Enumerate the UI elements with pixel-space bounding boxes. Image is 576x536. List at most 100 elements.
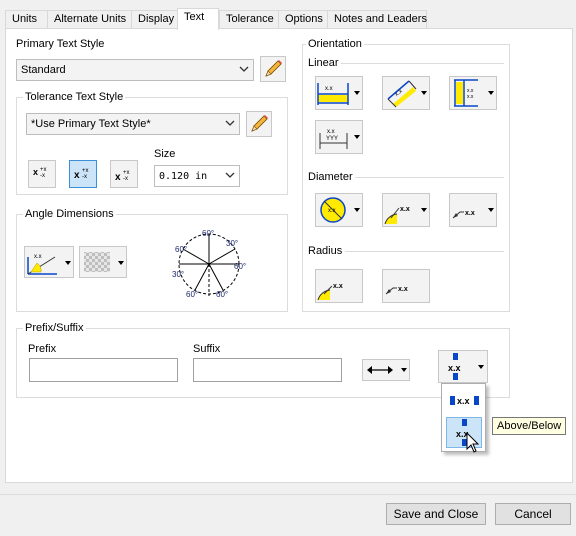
prefix-input[interactable] xyxy=(29,358,178,382)
footer-divider xyxy=(0,494,576,495)
linear-separator xyxy=(341,63,504,64)
edit-tolerance-style-button[interactable] xyxy=(246,111,272,137)
tab-options[interactable]: Options xyxy=(278,10,328,29)
svg-text:x: x xyxy=(33,167,38,177)
tolerance-bottom-icon: x +x -x xyxy=(115,170,130,183)
radius-leader-icon: x.x xyxy=(317,283,343,301)
size-label: Size xyxy=(154,148,176,160)
horizontal-leader-icon: x.x xyxy=(385,286,408,295)
angle-fill-pattern-button[interactable] xyxy=(79,246,127,278)
dial-label: 60° xyxy=(202,229,214,238)
pencil-icon xyxy=(265,60,282,77)
horizontal-arrows-icon xyxy=(367,366,393,374)
suffix-label: Suffix xyxy=(193,343,221,355)
svg-text:x.x: x.x xyxy=(325,86,333,92)
svg-text:x: x xyxy=(74,170,80,181)
linear-aligned-button[interactable]: x.x xyxy=(382,76,430,110)
tolerance-middle-icon: x +x -x xyxy=(74,168,89,181)
dropdown-arrow-icon xyxy=(118,261,124,265)
inline-placement-icon: x.x xyxy=(450,396,479,406)
prefix-suffix-label: Prefix/Suffix xyxy=(23,322,86,334)
svg-text:x.x: x.x xyxy=(328,208,336,214)
mouse-cursor-icon xyxy=(466,432,480,453)
diameter-label: Diameter xyxy=(308,171,353,183)
edit-primary-style-button[interactable] xyxy=(260,56,286,82)
dial-label: 60° xyxy=(175,245,187,254)
diameter-inside-button[interactable]: x.x xyxy=(315,193,363,227)
checker-pattern-icon xyxy=(84,252,110,272)
prefix-label: Prefix xyxy=(28,343,57,355)
dropdown-arrow-icon xyxy=(478,365,484,369)
angle-aligned-icon: x.x xyxy=(27,254,57,275)
dropdown-arrow-icon xyxy=(354,208,360,212)
pencil-icon xyxy=(251,115,268,132)
svg-text:-x: -x xyxy=(40,173,45,179)
dial-label: 30° xyxy=(172,270,184,279)
dropdown-arrow-icon xyxy=(401,368,407,372)
diameter-circle-icon: x.x xyxy=(320,197,346,223)
suffix-input[interactable] xyxy=(193,358,342,382)
radius-horizontal-leader-button[interactable]: x.x xyxy=(382,269,430,303)
diameter-leader-icon: x.x xyxy=(384,206,410,225)
radius-sample-text-2: x.x xyxy=(398,286,408,293)
primary-text-style-select[interactable]: Standard xyxy=(16,59,254,81)
size-value: 0.120 in xyxy=(159,171,208,182)
angle-dial-diagram: 60° 30° 60° 60° 60° 30° 60° xyxy=(172,229,246,299)
svg-text:-x: -x xyxy=(82,174,87,180)
tolerance-text-style-value: *Use Primary Text Style* xyxy=(31,118,151,130)
radius-label: Radius xyxy=(308,245,343,257)
radius-separator xyxy=(345,251,504,252)
radius-leader-button[interactable]: x.x xyxy=(315,269,363,303)
angle-text-orientation-button[interactable]: x.x xyxy=(24,246,74,278)
tab-display[interactable]: Display xyxy=(131,10,178,29)
angle-dimensions-label: Angle Dimensions xyxy=(23,208,116,220)
above-below-tooltip: Above/Below xyxy=(492,417,567,435)
primary-text-style-label: Primary Text Style xyxy=(16,38,105,50)
diameter-separator xyxy=(355,177,504,178)
above-below-icon: x.x xyxy=(448,353,461,380)
dropdown-arrow-icon xyxy=(421,91,427,95)
placement-option-inline[interactable]: x.x xyxy=(446,389,482,413)
svg-text:x.x: x.x xyxy=(34,254,42,260)
chevron-down-icon xyxy=(239,66,249,72)
tolerance-top-icon: x +x -x xyxy=(33,167,47,179)
text-placement-button[interactable]: x.x xyxy=(438,350,488,383)
dropdown-arrow-icon xyxy=(354,91,360,95)
dropdown-arrow-icon xyxy=(488,91,494,95)
prefix-suffix-spacing-button[interactable] xyxy=(362,359,410,381)
tab-alternate-units[interactable]: Alternate Units xyxy=(47,10,132,29)
diameter-horizontal-leader-button[interactable]: x.x xyxy=(449,193,497,227)
linear-vertical-button[interactable]: x.x x.x xyxy=(449,76,497,110)
tab-units[interactable]: Units xyxy=(5,10,48,29)
tolerance-text-style-select[interactable]: *Use Primary Text Style* xyxy=(26,113,240,135)
size-select[interactable]: 0.120 in xyxy=(154,165,240,187)
tolerance-stack-bottom-button[interactable]: x +x -x xyxy=(110,160,138,188)
linear-vertical-icon: x.x x.x xyxy=(454,79,478,107)
diameter-sample-text-2: x.x xyxy=(465,210,475,217)
cancel-button[interactable]: Cancel xyxy=(495,503,571,525)
linear-horizontal-button[interactable]: x.x xyxy=(315,76,363,110)
chevron-down-icon xyxy=(225,120,235,126)
tab-tolerance[interactable]: Tolerance xyxy=(219,10,279,29)
placement-sample-text: x.x xyxy=(448,363,461,373)
linear-label: Linear xyxy=(308,57,339,69)
svg-text:x.x: x.x xyxy=(327,129,335,135)
dial-label: 60° xyxy=(186,290,198,299)
dial-label: 30° xyxy=(226,239,238,248)
linear-stacked-button[interactable]: x.x YYY xyxy=(315,120,363,154)
chevron-down-icon xyxy=(225,172,235,178)
horizontal-leader-icon: x.x xyxy=(452,210,475,219)
svg-text:YYY: YYY xyxy=(326,136,338,142)
primary-text-style-value: Standard xyxy=(21,64,66,76)
dropdown-arrow-icon xyxy=(354,135,360,139)
diameter-leader-button[interactable]: x.x xyxy=(382,193,430,227)
dial-label: 60° xyxy=(234,262,246,271)
tolerance-stack-middle-button[interactable]: x +x -x xyxy=(69,160,97,188)
save-and-close-button[interactable]: Save and Close xyxy=(386,503,486,525)
linear-aligned-icon: x.x xyxy=(387,80,417,108)
svg-text:x: x xyxy=(115,172,121,183)
tab-notes-and-leaders[interactable]: Notes and Leaders xyxy=(327,10,427,29)
tab-text[interactable]: Text xyxy=(177,8,219,30)
tolerance-stack-top-button[interactable]: x +x -x xyxy=(28,160,56,188)
linear-stacked-icon: x.x YYY xyxy=(319,129,348,149)
